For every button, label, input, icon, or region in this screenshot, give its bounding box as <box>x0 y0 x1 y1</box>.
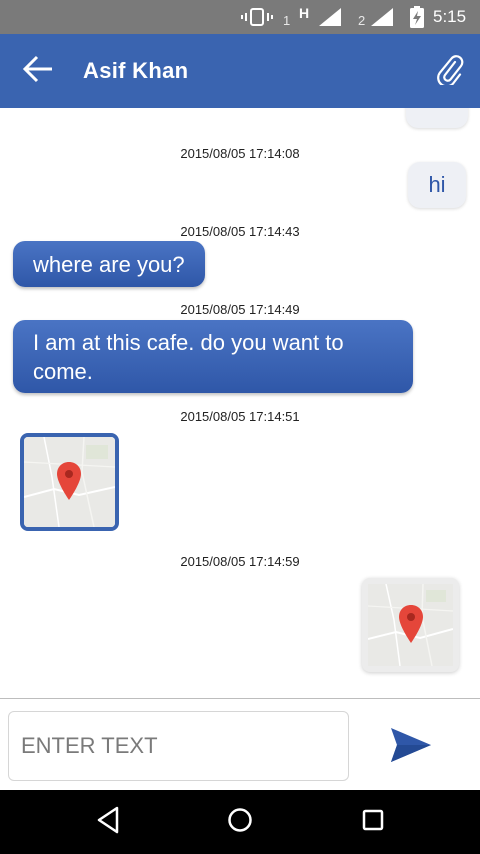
map-pin-icon <box>56 461 82 506</box>
message-timestamp: 2015/08/05 17:14:51 <box>180 409 300 424</box>
nav-recents-button[interactable] <box>355 804 391 840</box>
status-bar: 1 H 2 5:15 <box>0 0 480 34</box>
composer-divider <box>0 698 480 699</box>
send-icon <box>389 726 433 769</box>
message-input[interactable] <box>8 711 349 781</box>
message-timestamp: 2015/08/05 17:14:08 <box>180 146 300 161</box>
send-button[interactable] <box>388 726 434 768</box>
map-thumbnail <box>24 437 115 527</box>
status-time: 5:15 <box>433 7 467 26</box>
message-text: hi <box>428 172 446 197</box>
arrow-left-icon <box>22 55 54 88</box>
back-button[interactable] <box>18 53 58 89</box>
message-text: I am at this cafe. do you want to come. <box>33 330 344 384</box>
app-bar: Asif Khan <box>0 34 480 108</box>
message-timestamp: 2015/08/05 17:14:49 <box>180 302 300 317</box>
signal-icon <box>317 0 343 34</box>
nav-home-button[interactable] <box>222 804 258 840</box>
location-message-outgoing[interactable] <box>362 578 459 672</box>
message-bubble-incoming[interactable]: where are you? <box>13 241 205 287</box>
nav-home-icon <box>226 806 254 839</box>
message-text: where are you? <box>33 251 185 277</box>
message-list[interactable]: 2015/08/05 17:14:08 hi 2015/08/05 17:14:… <box>0 108 480 698</box>
sim1-label: 1 <box>283 12 291 28</box>
message-bubble-incoming[interactable]: I am at this cafe. do you want to come. <box>13 320 413 393</box>
contact-name: Asif Khan <box>83 58 189 83</box>
sim2-label: 2 <box>358 12 366 28</box>
battery-charging-icon <box>410 0 424 34</box>
map-thumbnail <box>368 584 453 666</box>
map-pin-icon <box>398 604 424 649</box>
paperclip-icon <box>435 54 465 90</box>
signal-icon <box>369 0 395 34</box>
chat-screen: 1 H 2 5:15 Asif Khan 2015/08/05 17:14:08… <box>0 0 480 854</box>
message-timestamp: 2015/08/05 17:14:43 <box>180 224 300 239</box>
nav-recents-icon <box>360 807 386 838</box>
vibrate-icon <box>240 0 274 34</box>
message-bubble-outgoing <box>406 108 468 128</box>
system-nav-bar <box>0 790 480 854</box>
message-timestamp: 2015/08/05 17:14:59 <box>180 554 300 569</box>
nav-back-button[interactable] <box>90 804 126 840</box>
location-message-incoming[interactable] <box>20 433 119 531</box>
attach-button[interactable] <box>430 52 470 92</box>
nav-back-icon <box>95 806 121 839</box>
network-type-label: H <box>299 5 310 21</box>
message-bubble-outgoing[interactable]: hi <box>408 162 466 208</box>
